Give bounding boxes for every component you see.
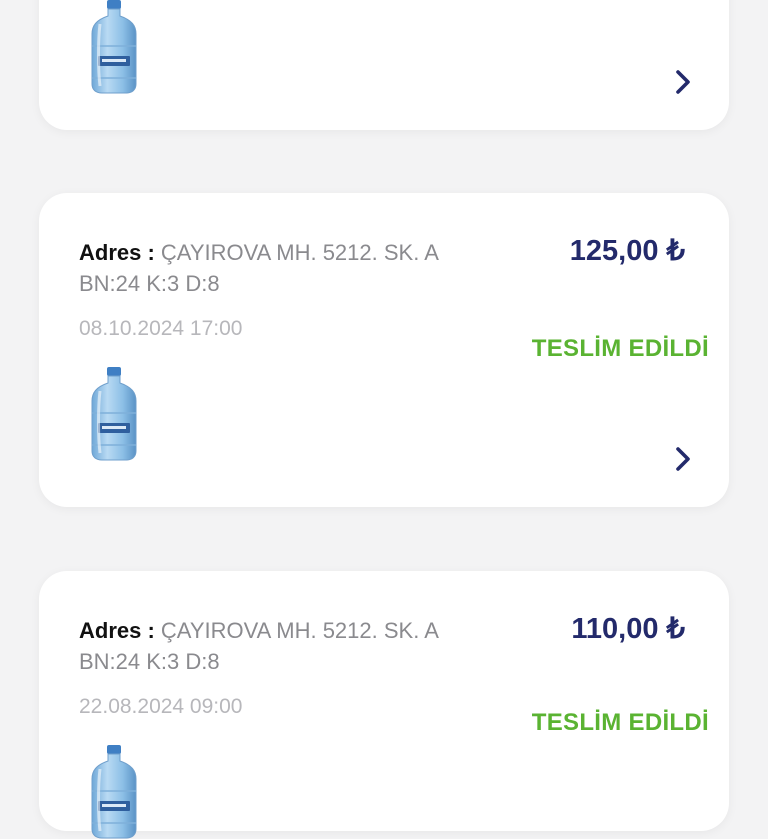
address-label: Adres : <box>79 240 155 265</box>
order-date: 22.08.2024 09:00 <box>79 695 243 718</box>
order-address: Adres : ÇAYIROVA MH. 5212. SK. A BN:24 K… <box>79 237 439 299</box>
order-card[interactable]: Adres : ÇAYIROVA MH. 5212. SK. A BN:24 K… <box>39 571 729 831</box>
order-status-badge: TESLİM EDİLDİ <box>531 335 709 362</box>
address-label: Adres : <box>79 618 155 643</box>
chevron-right-icon[interactable] <box>673 68 693 96</box>
order-status-badge: TESLİM EDİLDİ <box>531 709 709 736</box>
chevron-right-icon[interactable] <box>673 445 693 473</box>
order-date: 08.10.2024 17:00 <box>79 317 243 340</box>
water-jug-icon <box>88 367 140 461</box>
water-jug-icon <box>88 0 140 94</box>
order-card[interactable]: Adres : ÇAYIROVA MH. 5212. SK. A BN:24 K… <box>39 193 729 507</box>
order-card[interactable] <box>39 0 729 130</box>
order-price: 125,00 ₺ <box>569 235 685 267</box>
order-address: Adres : ÇAYIROVA MH. 5212. SK. A BN:24 K… <box>79 615 439 677</box>
order-price: 110,00 ₺ <box>571 613 685 645</box>
water-jug-icon <box>88 745 140 839</box>
